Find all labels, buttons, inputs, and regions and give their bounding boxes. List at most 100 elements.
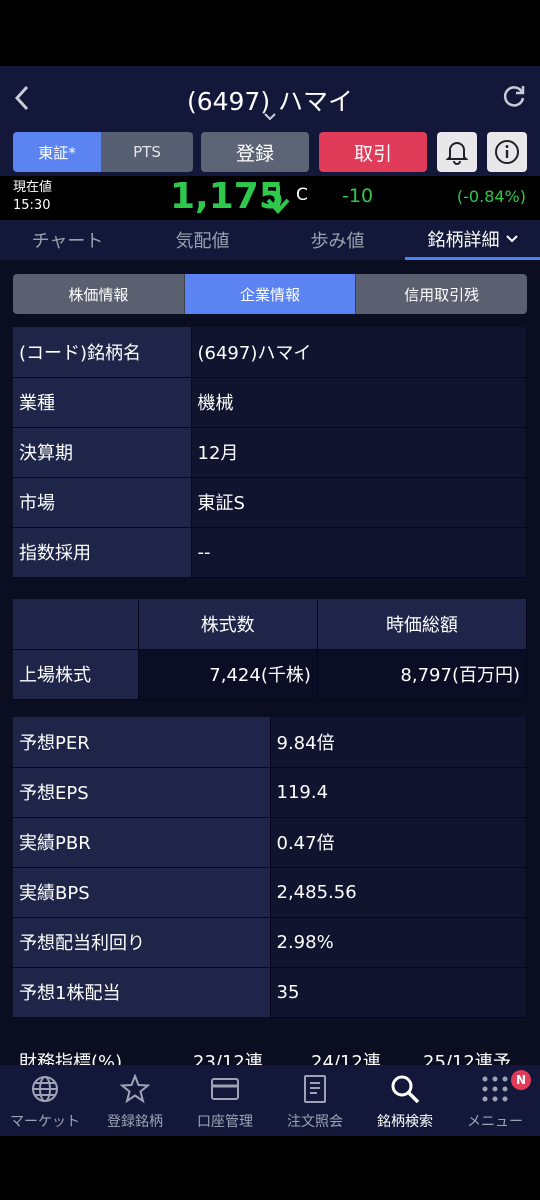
price-label-title: 現在値 (13, 180, 53, 195)
price-flag: C (296, 185, 308, 205)
grid-icon (479, 1073, 511, 1105)
chevron-down-icon[interactable] (259, 112, 281, 126)
nav-label: 登録銘柄 (107, 1114, 163, 1130)
row-key: 決算期 (13, 427, 192, 478)
table-header-row: 株式数 時価総額 (13, 599, 528, 650)
row-value: 0.47倍 (270, 817, 527, 868)
nav-search[interactable]: 銘柄検索 (360, 1065, 450, 1136)
search-icon (389, 1073, 421, 1105)
nav-market[interactable]: マーケット (0, 1065, 90, 1136)
subtab-margin-balance[interactable]: 信用取引残 (356, 274, 528, 314)
market-tse-toggle[interactable]: 東証* (13, 132, 101, 172)
globe-icon (29, 1073, 61, 1105)
row-key: 上場株式 (13, 649, 139, 700)
toolbar: 東証* PTS 登録 取引 (0, 130, 540, 176)
bottom-nav: マーケット 登録銘柄 口座管理 注文照会 銘柄検索 N メニュー (0, 1065, 540, 1136)
financial-label: 財務指標(%) (19, 1052, 123, 1065)
row-value: 機械 (191, 377, 527, 428)
table-row: 上場株式 7,424(千株) 8,797(百万円) (13, 649, 528, 700)
table-row: (コード)銘柄名 (6497)ハマイ (13, 327, 527, 378)
row-key: 予想EPS (13, 767, 271, 818)
info-icon[interactable] (487, 132, 527, 172)
status-bar (0, 0, 540, 66)
row-value: 119.4 (270, 767, 527, 818)
row-key: (コード)銘柄名 (13, 327, 192, 378)
system-nav-area (0, 1136, 540, 1200)
nav-account[interactable]: 口座管理 (180, 1065, 270, 1136)
header-blank (13, 599, 139, 650)
table-row: 決算期 12月 (13, 427, 527, 478)
header-market-cap: 時価総額 (317, 599, 528, 650)
price-time: 15:30 (13, 198, 51, 213)
nav-label: メニュー (467, 1114, 523, 1130)
subtab-price-info[interactable]: 株価情報 (13, 274, 185, 314)
subtab-company-info[interactable]: 企業情報 (184, 274, 357, 314)
share-count: 7,424(千株) (138, 649, 318, 700)
trade-button[interactable]: 取引 (319, 132, 427, 172)
row-value: (6497)ハマイ (191, 327, 527, 378)
document-icon (299, 1073, 331, 1105)
market-pts-toggle[interactable]: PTS (101, 132, 193, 172)
nav-label: 口座管理 (197, 1114, 253, 1130)
table-row: 業種 機械 (13, 377, 527, 428)
content: 株価情報 企業情報 信用取引残 (コード)銘柄名 (6497)ハマイ 業種 機械 決… (0, 260, 540, 1065)
tab-ticks[interactable]: 歩み値 (270, 220, 405, 260)
nav-watchlist[interactable]: 登録銘柄 (90, 1065, 180, 1136)
financial-table-header: 財務指標(%) 23/12連 24/12連 25/12連予 (13, 1040, 527, 1065)
price-change: -10 (342, 185, 374, 207)
register-button[interactable]: 登録 (201, 132, 309, 172)
ratio-table: 予想PER 9.84倍 予想EPS 119.4 実績PBR 0.47倍 実績BPS 2,… (13, 717, 527, 1018)
nav-label: 銘柄検索 (377, 1114, 433, 1130)
row-value: 2,485.56 (270, 867, 527, 918)
nav-label: マーケット (10, 1114, 80, 1130)
row-key: 市場 (13, 477, 192, 528)
arrow-down-icon (264, 184, 292, 214)
financial-col-2: 24/12連 (311, 1052, 381, 1065)
row-value: 2.98% (270, 917, 527, 968)
table-row: 指数採用 -- (13, 527, 527, 578)
shares-table: 株式数 時価総額 上場株式 7,424(千株) 8,797(百万円) (13, 599, 528, 700)
row-value: -- (191, 527, 527, 578)
nav-orders[interactable]: 注文照会 (270, 1065, 360, 1136)
price-change-percent: (-0.84%) (456, 187, 526, 206)
table-row: 予想1株配当 35 (13, 967, 527, 1018)
bell-icon[interactable] (437, 132, 477, 172)
market-cap: 8,797(百万円) (317, 649, 528, 700)
table-row: 実績BPS 2,485.56 (13, 867, 527, 918)
row-key: 予想配当利回り (13, 917, 271, 968)
chevron-down-icon (505, 234, 518, 243)
card-icon (209, 1073, 241, 1105)
row-key: 業種 (13, 377, 192, 428)
subtab-bar: 株価情報 企業情報 信用取引残 (13, 274, 528, 314)
row-value: 東証S (191, 477, 527, 528)
row-value: 9.84倍 (270, 717, 527, 768)
nav-label: 注文照会 (287, 1114, 343, 1130)
nav-menu[interactable]: N メニュー (450, 1065, 540, 1136)
row-value: 12月 (191, 427, 527, 478)
table-row: 市場 東証S (13, 477, 527, 528)
header: (6497) ハマイ (0, 66, 540, 130)
price-bar: 現在値 15:30 1,175 C -10 (-0.84%) (0, 176, 540, 220)
table-row: 実績PBR 0.47倍 (13, 817, 527, 868)
financial-col-3: 25/12連予 (423, 1052, 511, 1065)
tab-stock-detail-label: 銘柄詳細 (427, 229, 500, 251)
financial-col-1: 23/12連 (193, 1052, 263, 1065)
star-icon (119, 1073, 151, 1105)
tab-quote[interactable]: 気配値 (135, 220, 270, 260)
refresh-icon[interactable] (498, 80, 530, 112)
header-share-count: 株式数 (138, 599, 318, 650)
tab-bar: チャート 気配値 歩み値 銘柄詳細 (0, 220, 540, 260)
row-value: 35 (270, 967, 527, 1018)
notification-badge: N (511, 1070, 531, 1090)
tab-stock-detail[interactable]: 銘柄詳細 (405, 220, 540, 260)
tab-chart[interactable]: チャート (0, 220, 135, 260)
company-info-table: (コード)銘柄名 (6497)ハマイ 業種 機械 決算期 12月 市場 東証S 指数採用… (13, 327, 527, 578)
row-key: 指数採用 (13, 527, 192, 578)
table-row: 予想配当利回り 2.98% (13, 917, 527, 968)
row-key: 実績BPS (13, 867, 271, 918)
price-label: 現在値 15:30 (13, 179, 52, 215)
row-key: 実績PBR (13, 817, 271, 868)
table-row: 予想PER 9.84倍 (13, 717, 527, 768)
row-key: 予想1株配当 (13, 967, 271, 1018)
table-row: 予想EPS 119.4 (13, 767, 527, 818)
